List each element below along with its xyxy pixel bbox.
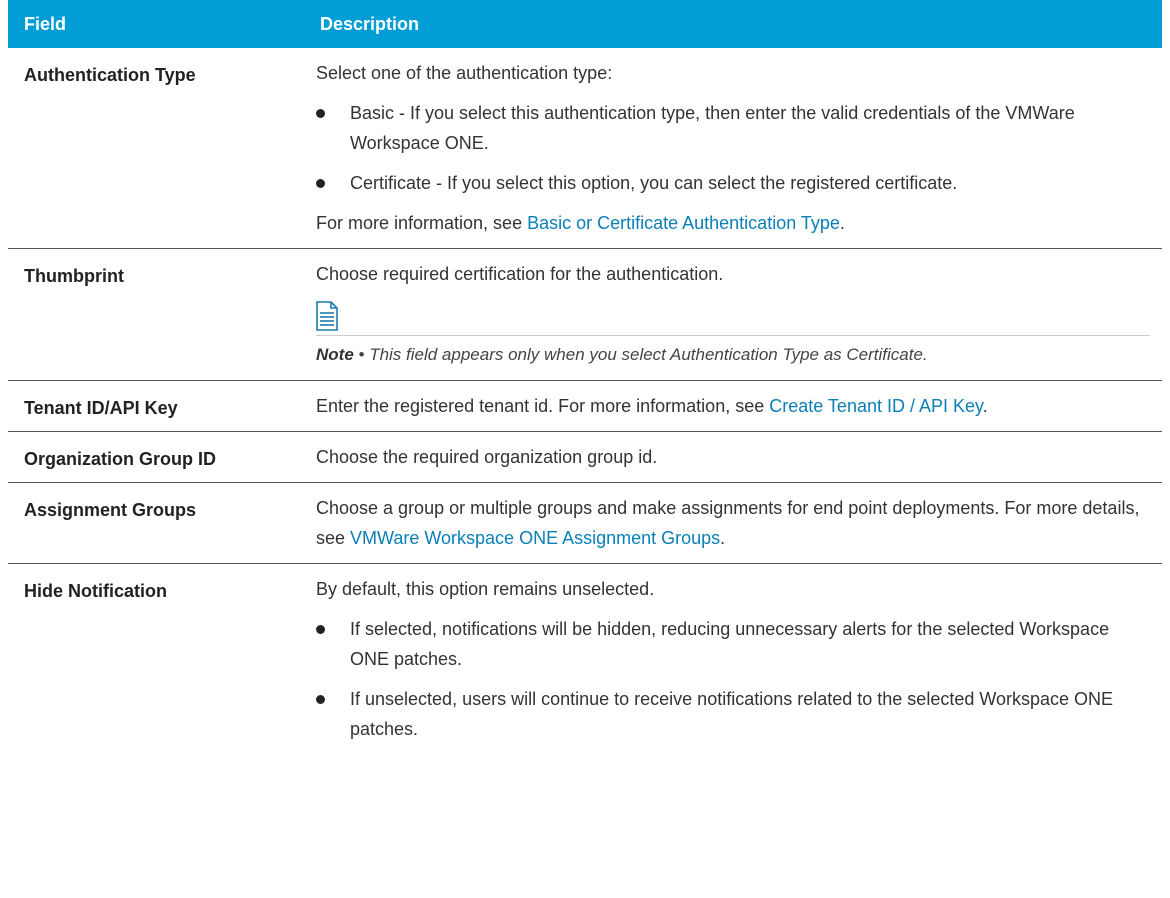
list-item: If selected, notifications will be hidde…	[316, 614, 1150, 674]
description-text: Choose the required organization group i…	[316, 447, 658, 467]
assignment-groups-link[interactable]: VMWare Workspace ONE Assignment Groups	[350, 528, 720, 548]
bullet-dot-icon	[316, 109, 325, 118]
note-document-icon	[316, 301, 338, 331]
field-description: Choose required certification for the au…	[304, 248, 1162, 381]
field-description: By default, this option remains unselect…	[304, 564, 1162, 765]
field-description-table: Field Description Authentication Type Se…	[8, 0, 1162, 764]
field-description: Enter the registered tenant id. For more…	[304, 380, 1162, 432]
note-body: This field appears only when you select …	[369, 345, 928, 364]
note-label: Note	[316, 345, 354, 364]
description-text: Choose a group or multiple groups and ma…	[316, 493, 1150, 553]
description-text: By default, this option remains unselect…	[316, 579, 655, 599]
field-name: Authentication Type	[8, 48, 304, 249]
bullet-dot-icon	[316, 179, 325, 188]
list-item-text: If selected, notifications will be hidde…	[350, 619, 1110, 669]
field-name: Assignment Groups	[8, 482, 304, 564]
list-item-text: If unselected, users will continue to re…	[350, 689, 1114, 739]
field-name: Tenant ID/API Key	[8, 380, 304, 432]
more-info-suffix: .	[839, 213, 845, 233]
field-name: Thumbprint	[8, 248, 304, 381]
table-row-authentication-type: Authentication Type Select one of the au…	[8, 48, 1162, 249]
create-tenant-id-link[interactable]: Create Tenant ID / API Key	[769, 396, 982, 416]
more-info-prefix: For more information, see	[316, 213, 528, 233]
field-name: Organization Group ID	[8, 431, 304, 483]
header-field: Field	[8, 0, 304, 48]
list-item-text: Basic - If you select this authenticatio…	[350, 103, 1075, 153]
list-item-text: Certificate - If you select this option,…	[350, 173, 958, 193]
note-divider	[316, 335, 1150, 336]
basic-or-certificate-link[interactable]: Basic or Certificate Authentication Type	[527, 213, 840, 233]
table-row-thumbprint: Thumbprint Choose required certification…	[8, 248, 1162, 381]
list-item: Certificate - If you select this option,…	[316, 168, 1150, 198]
description-suffix: .	[982, 396, 988, 416]
table-row-organization-group-id: Organization Group ID Choose the require…	[8, 431, 1162, 483]
field-name: Hide Notification	[24, 581, 167, 601]
bullet-list: If selected, notifications will be hidde…	[316, 614, 1150, 744]
header-description: Description	[304, 0, 1162, 48]
description-text: Enter the registered tenant id. For more…	[316, 391, 1150, 421]
list-item: Basic - If you select this authenticatio…	[316, 98, 1150, 158]
field-description: Select one of the authentication type: B…	[304, 48, 1162, 249]
bullet-dot-icon	[316, 695, 325, 704]
table-row-hide-notification: Hide Notification By default, this optio…	[8, 564, 1162, 765]
field-description: Choose a group or multiple groups and ma…	[304, 482, 1162, 564]
description-text: Choose required certification for the au…	[316, 264, 724, 284]
more-info-text: For more information, see Basic or Certi…	[316, 208, 1150, 238]
list-item: If unselected, users will continue to re…	[316, 684, 1150, 744]
description-suffix: .	[720, 528, 726, 548]
bullet-dot-icon	[316, 625, 325, 634]
bullet-list: Basic - If you select this authenticatio…	[316, 98, 1150, 198]
note-text: Note • This field appears only when you …	[316, 340, 1150, 370]
description-text: Select one of the authentication type:	[316, 63, 613, 83]
table-row-assignment-groups: Assignment Groups Choose a group or mult…	[8, 482, 1162, 564]
note-separator: •	[353, 345, 370, 364]
table-row-tenant-id: Tenant ID/API Key Enter the registered t…	[8, 380, 1162, 432]
table-header-row: Field Description	[8, 0, 1162, 48]
field-description: Choose the required organization group i…	[304, 431, 1162, 483]
description-prefix: Enter the registered tenant id. For more…	[316, 396, 770, 416]
